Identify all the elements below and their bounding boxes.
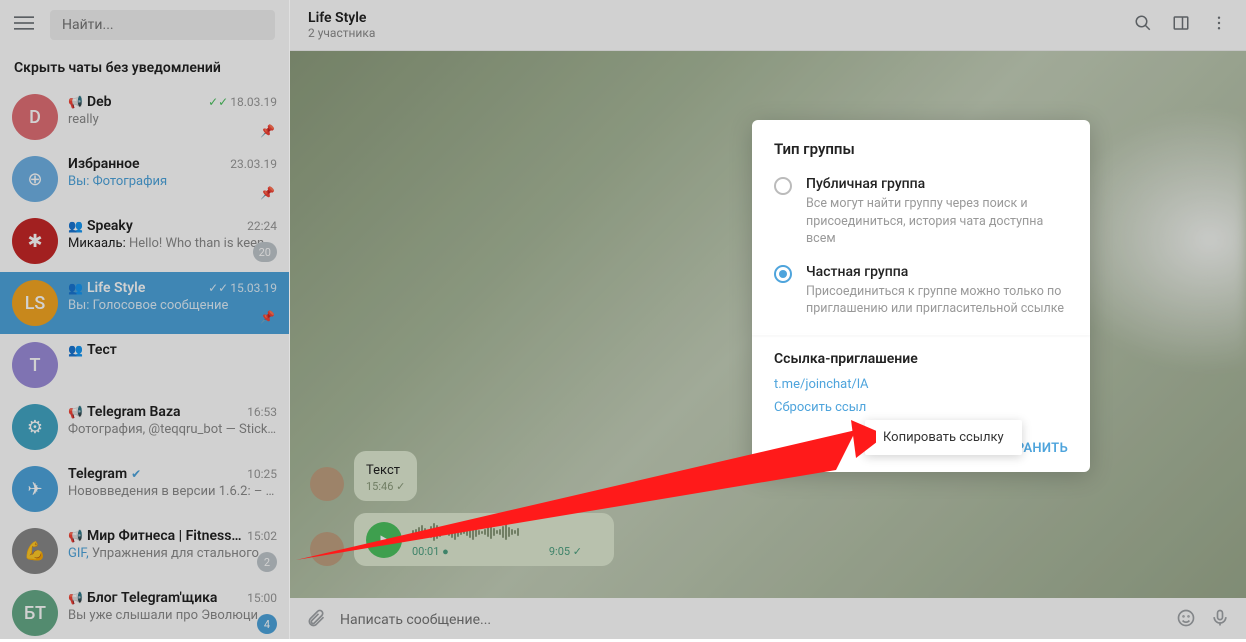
chat-avatar: 💪 <box>12 528 58 574</box>
radio-icon <box>774 265 792 283</box>
chat-item[interactable]: T 👥 Тест <box>0 334 289 396</box>
chat-preview: Вы: Фотография <box>68 174 277 189</box>
chat-item[interactable]: 💪 📢 Мир Фитнеса | FitnessRU 15:02 GIF, Упраж… <box>0 520 289 582</box>
chat-avatar: БТ <box>12 590 58 636</box>
unread-badge: 2 <box>257 552 277 572</box>
chat-item[interactable]: ✱ 👥 Speaky 22:24 Микааль: Hello! Who than is… <box>0 210 289 272</box>
chat-name: Тест <box>87 342 117 358</box>
chat-date: 15:02 <box>247 529 277 543</box>
chat-item[interactable]: БТ 📢 Блог Telegram'щика 15:00 Вы уже слышали… <box>0 582 289 639</box>
archive-header[interactable]: Скрыть чаты без уведомлений <box>0 50 289 86</box>
chat-preview: really <box>68 112 277 127</box>
search-input[interactable] <box>50 10 275 40</box>
invite-link[interactable]: t.me/joinchat/lA <box>774 377 1068 392</box>
channel-icon: 📢 <box>68 405 83 419</box>
chat-item[interactable]: ⊕ Избранное 23.03.19 Вы: Фотография📌 <box>0 148 289 210</box>
chat-date: 16:53 <box>247 405 277 419</box>
group-icon: 👥 <box>68 219 83 233</box>
pin-icon: 📌 <box>260 186 275 200</box>
chat-date: 10:25 <box>247 467 277 481</box>
group-icon: 👥 <box>68 343 83 357</box>
chat-item[interactable]: ⚙ 📢 Telegram Baza 16:53 Фотография, @teqqru_… <box>0 396 289 458</box>
verified-icon: ✔ <box>131 467 141 481</box>
chat-date: 15:00 <box>247 591 277 605</box>
chat-name: Мир Фитнеса | FitnessRU <box>87 528 243 544</box>
public-group-option[interactable]: Публичная группа Все могут найти группу … <box>774 176 1068 248</box>
chat-preview: Микааль: Hello! Who than is keen... <box>68 236 277 251</box>
chat-preview: Вы: Голосовое сообщение <box>68 298 277 313</box>
chat-preview: GIF, Упражнения для стального ... <box>68 546 277 561</box>
modal-title: Тип группы <box>774 140 1068 158</box>
chat-name: Life Style <box>87 280 145 296</box>
private-group-option[interactable]: Частная группа Присоединиться к группе м… <box>774 264 1068 318</box>
pin-icon: 📌 <box>260 310 275 324</box>
chat-preview: Фотография, @teqqru_bot — Sticker... <box>68 422 277 437</box>
invite-link-title: Ссылка-приглашение <box>774 351 1068 367</box>
group-icon: 👥 <box>68 281 83 295</box>
chat-name: Избранное <box>68 156 140 172</box>
chat-date: 22:24 <box>247 219 277 233</box>
chat-avatar: T <box>12 342 58 388</box>
sidebar: Скрыть чаты без уведомлений D 📢 Deb ✓✓18.03… <box>0 0 290 639</box>
chat-item[interactable]: LS 👥 Life Style ✓✓15.03.19 Вы: Голосовое соо… <box>0 272 289 334</box>
chat-name: Telegram <box>68 466 127 482</box>
chat-date: 23.03.19 <box>230 157 277 171</box>
channel-icon: 📢 <box>68 591 83 605</box>
pin-icon: 📌 <box>260 124 275 138</box>
chat-avatar: LS <box>12 280 58 326</box>
chat-date: ✓✓18.03.19 <box>208 95 277 109</box>
chat-name: Telegram Baza <box>87 404 181 420</box>
main-area: Life Style 2 участника Текст 15:46 ✓ <box>290 0 1246 639</box>
copy-link-menu-item[interactable]: Копировать ссылку <box>865 420 1022 455</box>
chat-item[interactable]: ✈ Telegram ✔ 10:25 Нововведения в версии 1.6… <box>0 458 289 520</box>
chat-name: Deb <box>87 94 112 110</box>
chat-avatar: ⊕ <box>12 156 58 202</box>
group-type-modal: Тип группы Публичная группа Все могут на… <box>752 120 1090 472</box>
chat-avatar: ✱ <box>12 218 58 264</box>
chat-list: D📢Deb✓✓18.03.19really📌⊕Избранное23.03.19… <box>0 86 289 639</box>
unread-badge: 20 <box>253 242 277 262</box>
chat-name: Блог Telegram'щика <box>87 590 218 606</box>
chat-date: ✓✓15.03.19 <box>208 281 277 295</box>
menu-icon[interactable] <box>14 13 34 37</box>
chat-avatar: ⚙ <box>12 404 58 450</box>
chat-avatar: D <box>12 94 58 140</box>
chat-item[interactable]: D 📢 Deb ✓✓18.03.19 really📌 <box>0 86 289 148</box>
chat-preview: Нововведения в версии 1.6.2: – Вы м... <box>68 484 277 499</box>
channel-icon: 📢 <box>68 95 83 109</box>
chat-preview: Вы уже слышали про Эволюцию... <box>68 608 277 623</box>
chat-avatar: ✈ <box>12 466 58 512</box>
channel-icon: 📢 <box>68 529 83 543</box>
chat-name: Speaky <box>87 218 133 234</box>
unread-badge: 4 <box>257 614 277 634</box>
radio-icon <box>774 177 792 195</box>
reset-link[interactable]: Сбросить ссыл <box>774 400 1068 415</box>
